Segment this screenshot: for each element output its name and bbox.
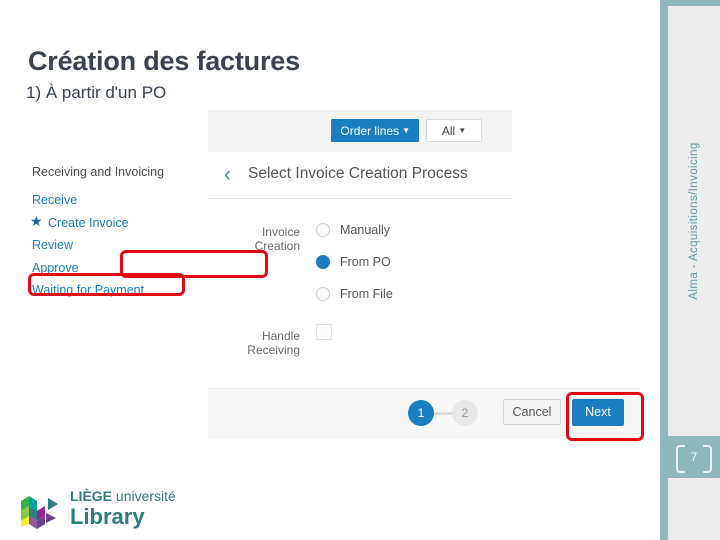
radio-icon-selected (316, 255, 330, 269)
nav-header: Receiving and Invoicing (32, 165, 165, 179)
side-panel-bottom (668, 478, 720, 540)
handle-receiving-checkbox[interactable] (316, 324, 332, 340)
order-lines-label: Order lines (340, 124, 400, 138)
receiving-invoicing-nav: Receiving and Invoicing Receive ★ Create… (28, 165, 222, 302)
panel-header: ‹ Select Invoice Creation Process (208, 152, 512, 199)
logo-line-1: LIÈGE université (70, 488, 176, 505)
invoice-creation-label: Invoice Creation (254, 225, 300, 253)
logo: LIÈGE université Library (18, 488, 208, 532)
back-chevron-icon[interactable]: ‹ (224, 164, 231, 185)
radio-label: From PO (340, 255, 391, 269)
right-side-panel: Alma - Acquisitions/Invoicing 7 (660, 0, 720, 540)
panel-toolbar: Order lines ▼ All ▼ (208, 110, 512, 153)
invoice-creation-panel: Order lines ▼ All ▼ ‹ Select Invoice Creat… (208, 110, 512, 388)
logo-liege: LIÈGE (70, 488, 113, 504)
side-panel-inner: Alma - Acquisitions/Invoicing (668, 6, 720, 436)
sidebar-item-waiting-for-payment[interactable]: Waiting for Payment (32, 279, 222, 302)
slide-canvas: Création des factures 1) À partir d'un P… (0, 0, 720, 540)
all-filter-label: All (441, 124, 456, 138)
chevron-down-icon: ▼ (402, 126, 410, 135)
sidebar-item-label: Waiting for Payment (32, 283, 145, 297)
screenshot-region: Receiving and Invoicing Receive ★ Create… (20, 110, 644, 441)
all-filter-dropdown[interactable]: All ▼ (426, 119, 482, 142)
step-1[interactable]: 1 (408, 400, 434, 426)
sidebar-item-create-invoice[interactable]: ★ Create Invoice (30, 212, 222, 235)
sidebar-item-label: Review (32, 238, 73, 252)
page-number: 7 (690, 450, 698, 464)
step-2[interactable]: 2 (452, 400, 478, 426)
chevron-down-icon: ▼ (458, 126, 467, 135)
radio-icon (316, 223, 330, 237)
cancel-button[interactable]: Cancel (503, 399, 561, 425)
sidebar-item-receive[interactable]: Receive (32, 189, 222, 212)
logo-line-2: Library (70, 504, 145, 529)
handle-receiving-label: Handle Receiving (247, 329, 300, 357)
page-title: Création des factures (28, 46, 300, 77)
sidebar-item-review[interactable]: Review (32, 234, 222, 257)
star-icon: ★ (30, 212, 43, 229)
side-panel-label: Alma - Acquisitions/Invoicing (688, 142, 700, 300)
panel-title: Select Invoice Creation Process (248, 165, 468, 182)
invoice-creation-form: Invoice Creation Manually From PO From F… (208, 199, 512, 388)
page-subtitle: 1) À partir d'un PO (26, 83, 167, 103)
sidebar-item-approve[interactable]: Approve (32, 257, 222, 280)
page-number-container: 7 (668, 440, 720, 474)
step-indicator: 1 2 (408, 400, 478, 426)
liege-university-logo-icon (21, 496, 58, 529)
order-lines-button[interactable]: Order lines ▼ (331, 119, 419, 142)
sidebar-item-label: Approve (32, 260, 79, 275)
radio-label: Manually (340, 223, 391, 237)
logo-universite: université (112, 488, 176, 504)
sidebar-item-label: Create Invoice (48, 215, 129, 230)
panel-footer: 1 2 Cancel Next (208, 388, 640, 439)
sidebar-item-label: Receive (32, 193, 78, 207)
radio-icon (316, 287, 330, 301)
logo-text: LIÈGE université Library (70, 488, 176, 529)
radio-label: From File (340, 287, 393, 301)
next-button[interactable]: Next (572, 399, 624, 426)
